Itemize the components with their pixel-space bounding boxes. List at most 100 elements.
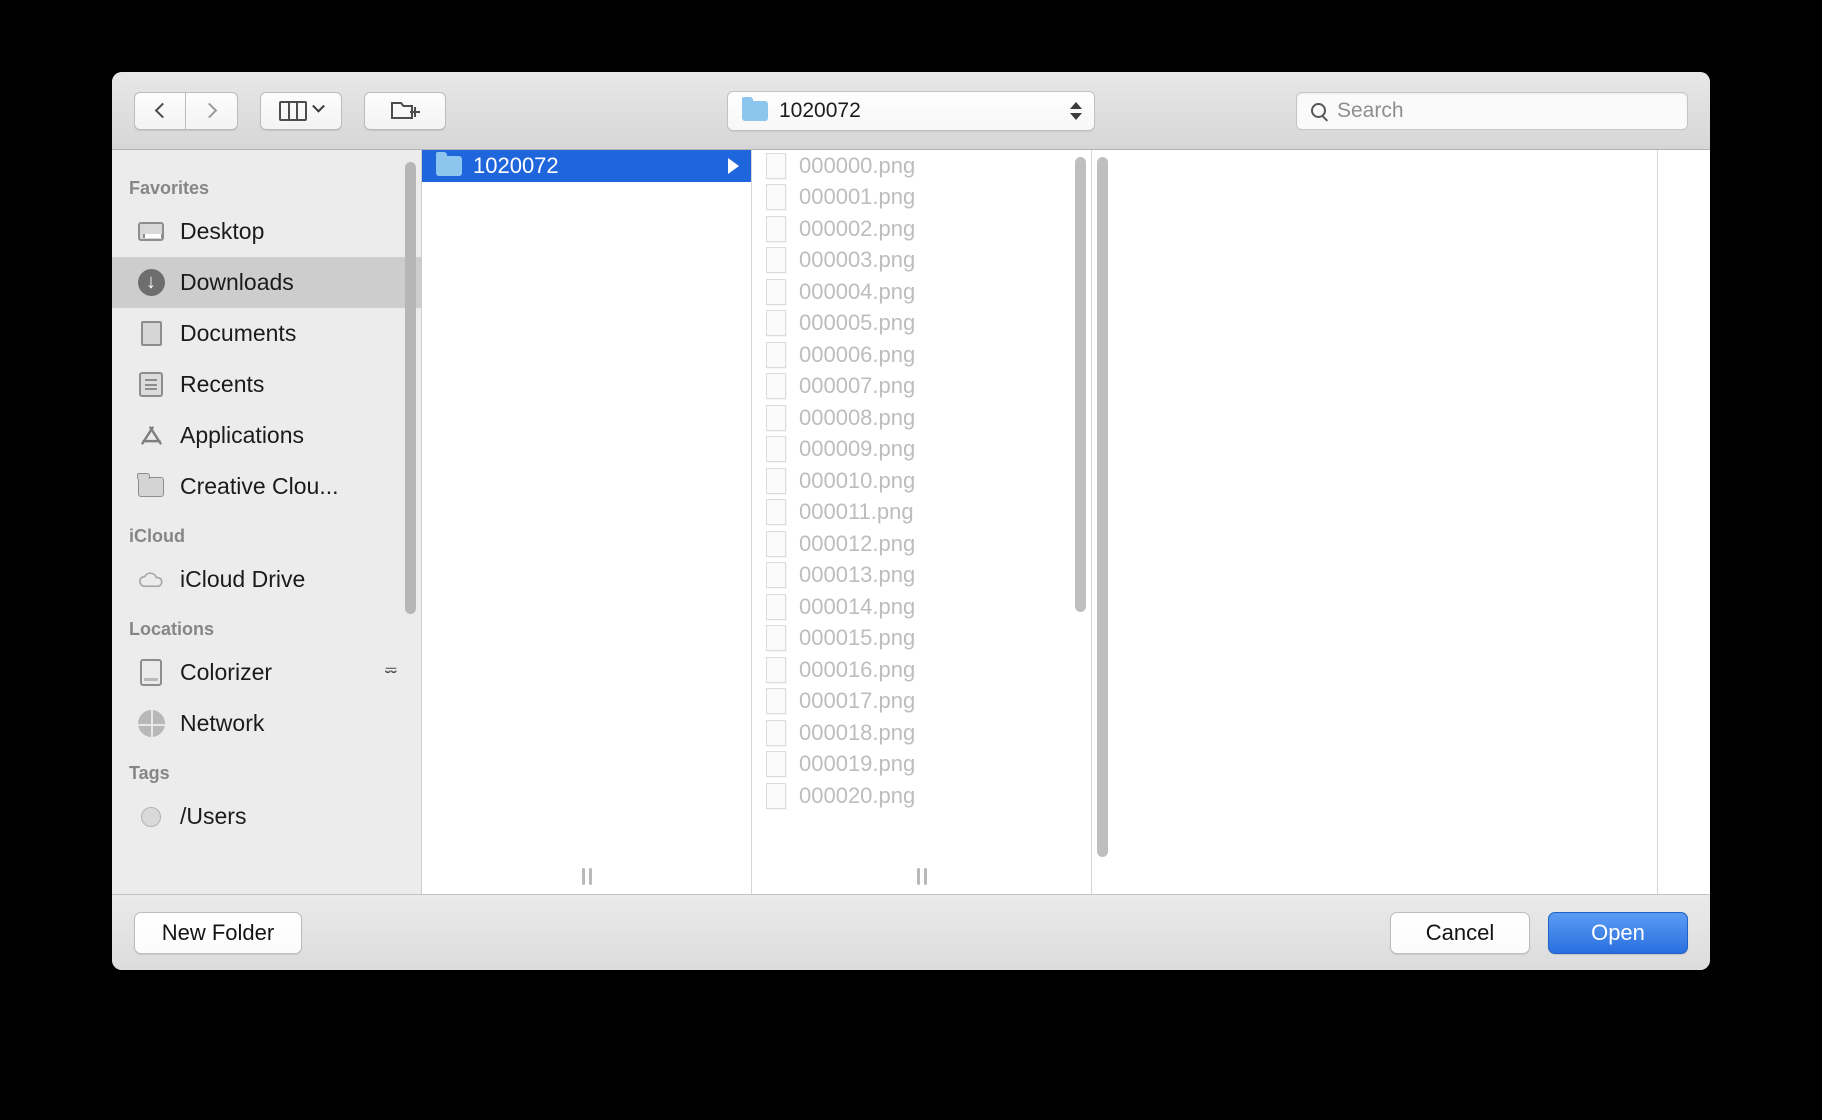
file-row[interactable]: 000001.png bbox=[752, 182, 1091, 214]
image-thumbnail-icon bbox=[766, 247, 786, 274]
image-thumbnail-icon bbox=[766, 404, 786, 431]
file-row[interactable]: 000010.png bbox=[752, 465, 1091, 497]
file-row[interactable]: 000019.png bbox=[752, 749, 1091, 781]
image-thumbnail-icon bbox=[766, 467, 786, 494]
file-row[interactable]: 000018.png bbox=[752, 717, 1091, 749]
column-resize-grip[interactable] bbox=[581, 868, 592, 885]
file-row[interactable]: 000003.png bbox=[752, 245, 1091, 277]
file-name-label: 000012.png bbox=[799, 530, 916, 556]
image-thumbnail-icon bbox=[766, 656, 786, 683]
new-folder-toolbar-button[interactable] bbox=[364, 91, 446, 130]
view-mode-button[interactable] bbox=[260, 91, 342, 130]
path-label: 1020072 bbox=[779, 98, 861, 122]
image-thumbnail-icon bbox=[766, 688, 786, 715]
file-name-label: 000010.png bbox=[799, 467, 916, 493]
footer-actions: Cancel Open bbox=[1390, 911, 1688, 954]
sidebar-item-recents[interactable]: Recents bbox=[112, 359, 421, 410]
chevron-down-icon bbox=[312, 99, 325, 113]
sidebar-item-downloads[interactable]: Downloads bbox=[112, 257, 421, 308]
path-popup-button[interactable]: 1020072 bbox=[727, 90, 1095, 131]
new-folder-button[interactable]: New Folder bbox=[134, 911, 302, 954]
sidebar-item-tag-users[interactable]: /Users bbox=[112, 791, 421, 842]
file-name-label: 000016.png bbox=[799, 656, 916, 682]
sidebar-section-favorites-title: Favorites bbox=[129, 178, 210, 198]
sidebar-section-icloud-title: iCloud bbox=[129, 526, 185, 546]
sidebar-item-documents[interactable]: Documents bbox=[112, 308, 421, 359]
file-row[interactable]: 000020.png bbox=[752, 780, 1091, 812]
column-view-icon bbox=[279, 100, 307, 121]
sidebar-scrollbar[interactable] bbox=[405, 162, 416, 614]
cloud-icon bbox=[136, 569, 166, 590]
open-button[interactable]: Open bbox=[1548, 911, 1688, 954]
sidebar-item-label: Desktop bbox=[180, 218, 265, 244]
sidebar-item-colorizer[interactable]: Colorizer ⏔ bbox=[112, 647, 421, 698]
file-row[interactable]: 000002.png bbox=[752, 213, 1091, 245]
forward-button[interactable] bbox=[186, 91, 238, 130]
sidebar-item-label: Network bbox=[180, 710, 265, 736]
folder-row-label: 1020072 bbox=[473, 152, 559, 178]
file-row[interactable]: 000011.png bbox=[752, 497, 1091, 529]
file-row[interactable]: 000006.png bbox=[752, 339, 1091, 371]
file-row[interactable]: 000014.png bbox=[752, 591, 1091, 623]
search-icon bbox=[1311, 103, 1326, 118]
column-resize-grip[interactable] bbox=[916, 868, 927, 885]
file-column-scrollbar[interactable] bbox=[1075, 157, 1086, 612]
folder-row-1020072[interactable]: 1020072 bbox=[422, 150, 751, 182]
file-row[interactable]: 000000.png bbox=[752, 150, 1091, 182]
eject-icon[interactable]: ⏔ bbox=[385, 663, 397, 682]
file-row[interactable]: 000008.png bbox=[752, 402, 1091, 434]
file-name-label: 000002.png bbox=[799, 215, 916, 241]
file-name-label: 000003.png bbox=[799, 247, 916, 273]
file-row[interactable]: 000007.png bbox=[752, 371, 1091, 403]
sidebar-item-desktop[interactable]: Desktop bbox=[112, 206, 421, 257]
open-file-dialog: 1020072 Favorites Desktop Downloads bbox=[112, 72, 1710, 970]
sidebar-item-label: iCloud Drive bbox=[180, 566, 306, 592]
image-thumbnail-icon bbox=[766, 530, 786, 557]
disclosure-triangle-icon bbox=[728, 157, 739, 174]
sidebar-item-icloud-drive[interactable]: iCloud Drive bbox=[112, 554, 421, 605]
image-thumbnail-icon bbox=[766, 278, 786, 305]
image-thumbnail-icon bbox=[766, 215, 786, 242]
image-thumbnail-icon bbox=[766, 719, 786, 746]
file-row[interactable]: 000017.png bbox=[752, 686, 1091, 718]
preview-column bbox=[1092, 150, 1658, 894]
applications-icon bbox=[136, 422, 166, 449]
navigation-button-group bbox=[134, 91, 238, 130]
search-input[interactable] bbox=[1337, 98, 1637, 123]
trailing-column bbox=[1658, 150, 1710, 894]
sidebar-item-creative-cloud[interactable]: Creative Clou... bbox=[112, 461, 421, 512]
folder-icon bbox=[136, 472, 166, 497]
file-row[interactable]: 000004.png bbox=[752, 276, 1091, 308]
sidebar-item-label: /Users bbox=[180, 803, 247, 829]
chevron-left-icon bbox=[154, 102, 170, 119]
preview-column-scrollbar[interactable] bbox=[1097, 157, 1108, 857]
file-row[interactable]: 000015.png bbox=[752, 623, 1091, 655]
image-thumbnail-icon bbox=[766, 625, 786, 652]
search-field[interactable] bbox=[1296, 91, 1688, 130]
file-row[interactable]: 000012.png bbox=[752, 528, 1091, 560]
desktop-icon bbox=[136, 222, 166, 241]
file-name-label: 000020.png bbox=[799, 782, 916, 808]
column-browser: 1020072 000000.png 000001.png 000002.png 00… bbox=[422, 150, 1710, 894]
cancel-button[interactable]: Cancel bbox=[1390, 911, 1530, 954]
file-row[interactable]: 000005.png bbox=[752, 308, 1091, 340]
folder-icon bbox=[742, 96, 768, 121]
file-name-label: 000019.png bbox=[799, 751, 916, 777]
file-name-label: 000008.png bbox=[799, 404, 916, 430]
sidebar-item-applications[interactable]: Applications bbox=[112, 410, 421, 461]
stepper-updown-icon bbox=[1070, 101, 1082, 120]
image-thumbnail-icon bbox=[766, 562, 786, 589]
file-name-label: 000013.png bbox=[799, 562, 916, 588]
file-name-label: 000009.png bbox=[799, 436, 916, 462]
file-row[interactable]: 000016.png bbox=[752, 654, 1091, 686]
image-thumbnail-icon bbox=[766, 593, 786, 620]
sidebar-item-network[interactable]: Network bbox=[112, 698, 421, 749]
back-button[interactable] bbox=[134, 91, 186, 130]
image-thumbnail-icon bbox=[766, 436, 786, 463]
file-row[interactable]: 000009.png bbox=[752, 434, 1091, 466]
file-name-label: 000018.png bbox=[799, 719, 916, 745]
file-column: 000000.png 000001.png 000002.png 000003.png… bbox=[752, 150, 1092, 894]
file-row[interactable]: 000013.png bbox=[752, 560, 1091, 592]
documents-icon bbox=[136, 318, 168, 346]
sidebar-item-label: Colorizer bbox=[180, 659, 273, 685]
